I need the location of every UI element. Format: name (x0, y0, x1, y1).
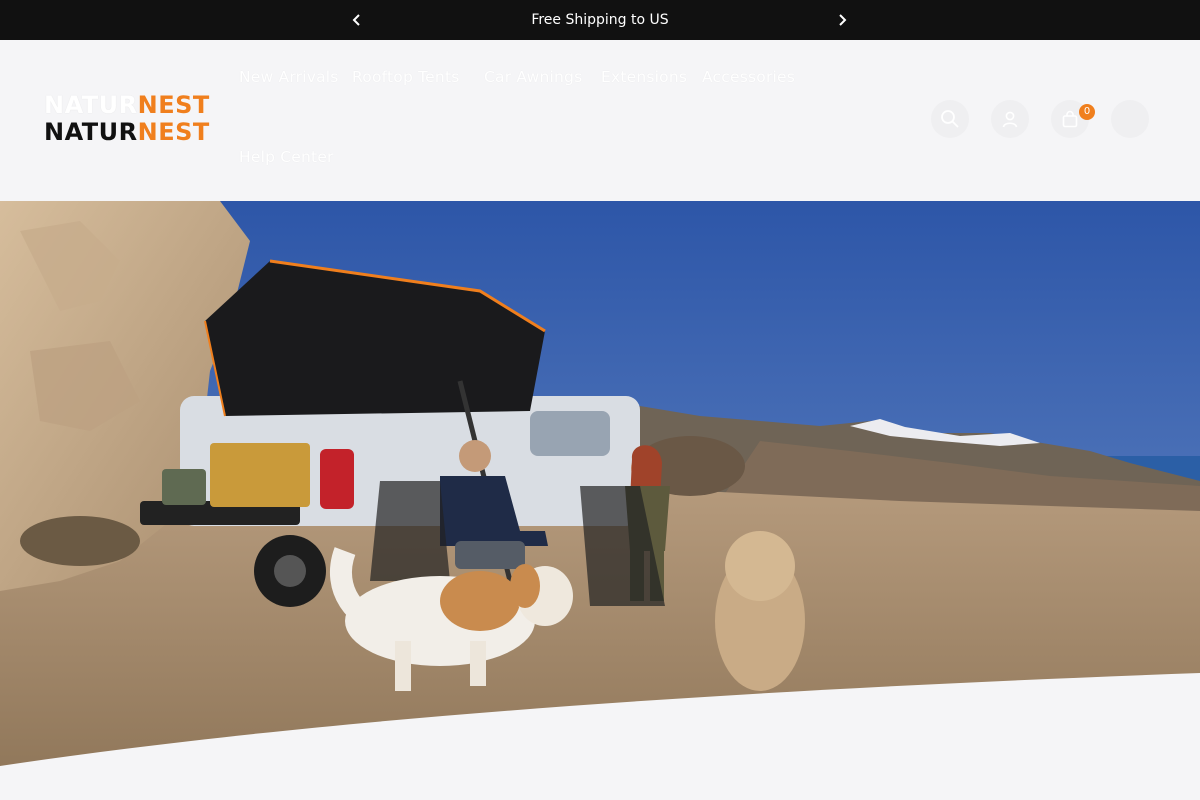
hero-image (0, 201, 1200, 800)
account-button[interactable] (991, 100, 1029, 138)
announcement-text: Free Shipping to US (531, 12, 669, 28)
menu-placeholder-button[interactable] (1111, 100, 1149, 138)
user-icon (1002, 111, 1018, 128)
site-header: NATURNEST NATURNEST New Arrivals Rooftop… (0, 40, 1200, 201)
announcement-next-button[interactable] (832, 10, 852, 30)
search-icon (941, 110, 959, 128)
nav-help-center[interactable]: Help Center (239, 148, 334, 166)
nav-rooftop-tents[interactable]: Rooftop Tents (352, 68, 460, 86)
logo-dark: NATURNEST (44, 118, 210, 146)
hero-banner[interactable] (0, 201, 1200, 800)
announcement-bar: Free Shipping to US (0, 0, 1200, 40)
cart-count-badge: 0 (1079, 104, 1095, 120)
nav-car-awnings[interactable]: Car Awnings (484, 68, 582, 86)
nav-extensions[interactable]: Extensions (601, 68, 687, 86)
shopping-bag-icon (1062, 110, 1078, 128)
chevron-right-icon (839, 14, 847, 26)
nav-new-arrivals[interactable]: New Arrivals (239, 68, 339, 86)
search-button[interactable] (931, 100, 969, 138)
nav-accessories[interactable]: Accessories (702, 68, 795, 86)
logo[interactable]: NATURNEST NATURNEST (44, 91, 210, 146)
logo-light: NATURNEST (44, 91, 210, 119)
